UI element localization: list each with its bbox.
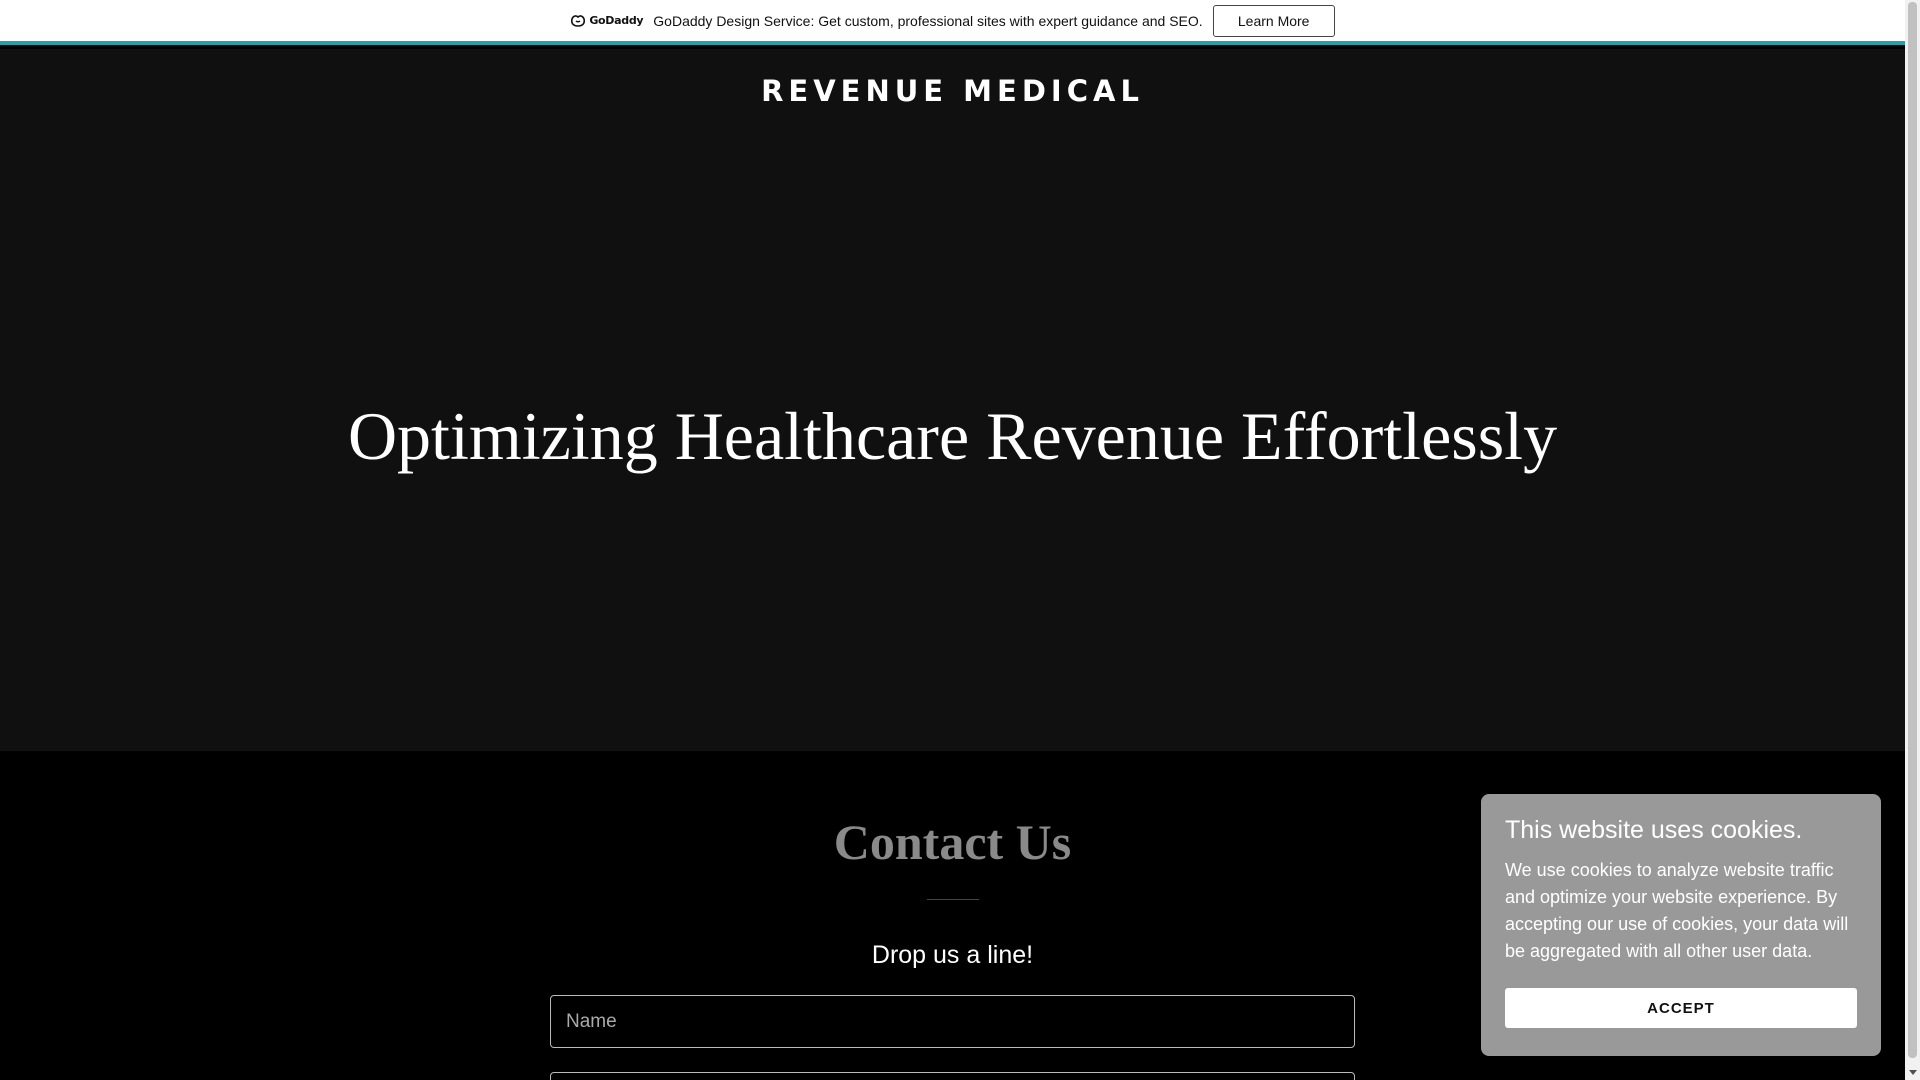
cookie-body: We use cookies to analyze website traffi… xyxy=(1505,860,1849,961)
site-title[interactable]: REVENUE MEDICAL xyxy=(0,74,1905,108)
promo-banner: GoDaddy GoDaddy Design Service: Get cust… xyxy=(0,0,1905,45)
hero-section: REVENUE MEDICAL Optimizing Healthcare Re… xyxy=(0,49,1905,751)
scroll-thumb[interactable] xyxy=(1908,2,1917,1058)
godaddy-logo-icon xyxy=(571,14,586,27)
section-divider xyxy=(927,899,979,900)
godaddy-logo: GoDaddy xyxy=(570,14,644,28)
chevron-down-icon xyxy=(1908,1069,1917,1075)
cookie-title: This website uses cookies. xyxy=(1505,816,1803,844)
godaddy-logo-text: GoDaddy xyxy=(589,14,644,27)
hero-heading: Optimizing Healthcare Revenue Effortless… xyxy=(347,398,1558,474)
email-input[interactable] xyxy=(550,1072,1355,1080)
learn-more-button[interactable]: Learn More xyxy=(1212,4,1335,37)
scroll-down-button[interactable] xyxy=(1905,1064,1920,1080)
cookie-banner: This website uses cookies. We use cookie… xyxy=(1481,794,1881,1056)
promo-message: GoDaddy Design Service: Get custom, prof… xyxy=(653,12,1203,29)
name-input[interactable] xyxy=(550,995,1355,1048)
page-scrollbar[interactable] xyxy=(1905,0,1920,1080)
accept-cookies-button[interactable]: ACCEPT xyxy=(1505,988,1857,1028)
